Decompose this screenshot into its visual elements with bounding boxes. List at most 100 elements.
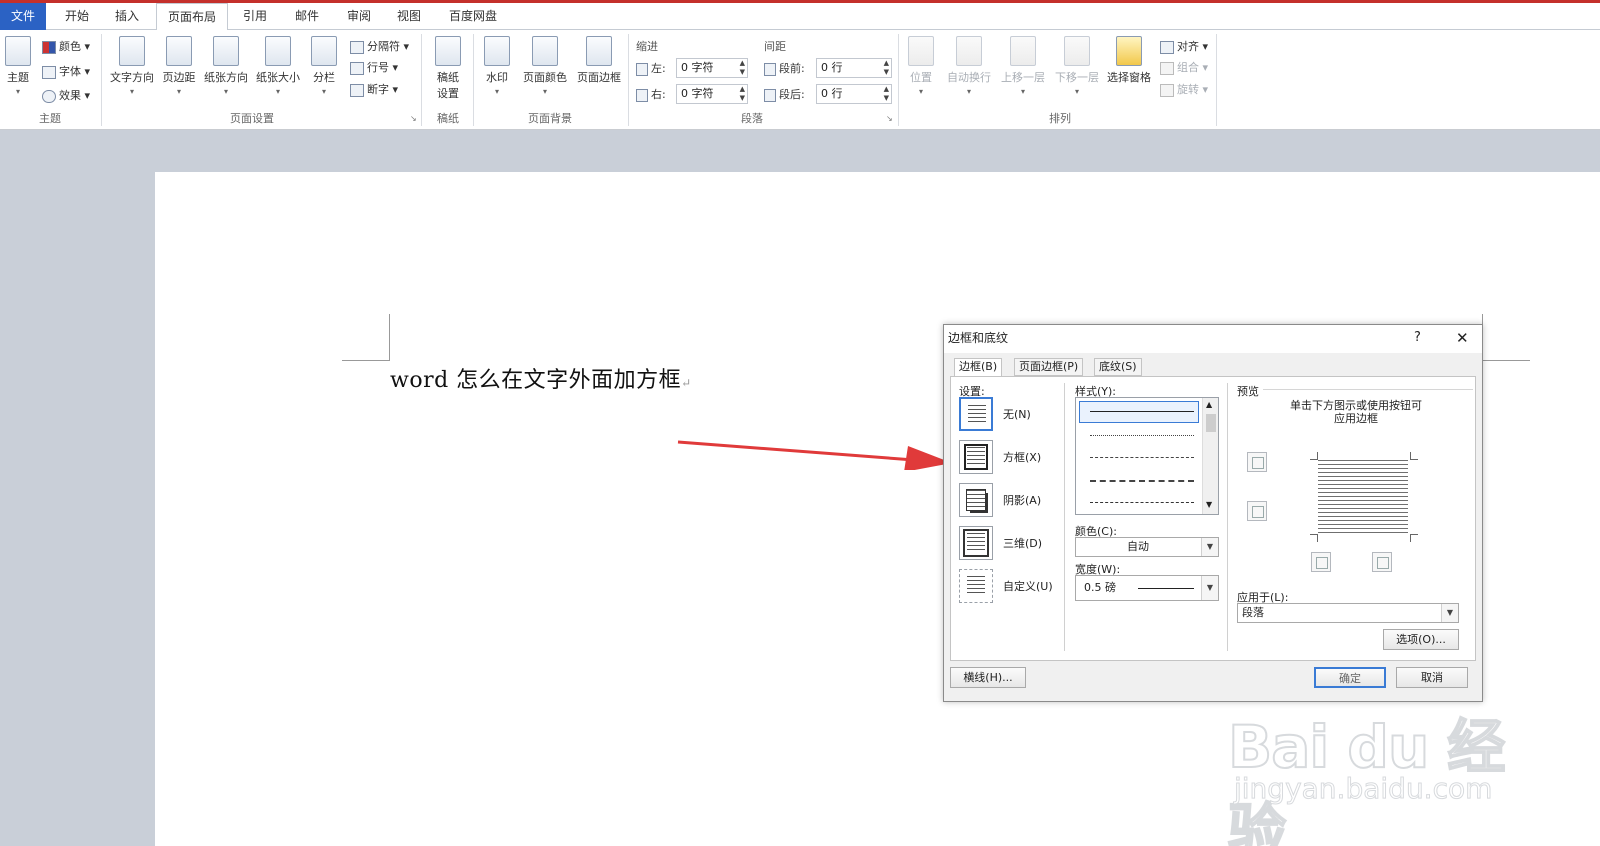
horizontal-line-button[interactable]: 横线(H)... — [950, 667, 1026, 688]
manuscript-icon — [435, 36, 461, 66]
effects-icon — [42, 89, 56, 103]
apply-to-select[interactable]: 段落 ▼ — [1237, 603, 1459, 623]
dialog-title-bar: 边框和底纹 — [944, 325, 1482, 353]
style-dash-dot[interactable] — [1090, 502, 1194, 503]
chevron-down-icon: ▼ — [1201, 538, 1218, 556]
spacing-after-label: 段后: — [764, 86, 805, 102]
tab-page-border[interactable]: 页面边框(P) — [1014, 358, 1084, 376]
bottom-border-button[interactable] — [1247, 501, 1267, 521]
columns-button[interactable]: 分栏 ▾ — [308, 36, 340, 96]
setting-3d-icon[interactable] — [959, 526, 993, 560]
document-text[interactable]: word 怎么在文字外面加方框↵ — [390, 362, 692, 394]
spacing-after-input[interactable]: 0 行 ▲ ▼ — [816, 84, 892, 104]
page-color-button[interactable]: 页面颜色 ▾ — [520, 36, 570, 96]
send-backward-icon — [1064, 36, 1090, 66]
tab-page-layout[interactable]: 页面布局 — [156, 3, 228, 31]
group-button[interactable]: 组合 ▾ — [1160, 59, 1208, 75]
setting-none-icon[interactable] — [959, 397, 993, 431]
spinner-arrows-icon[interactable]: ▲ ▼ — [884, 59, 889, 77]
width-select[interactable]: 0.5 磅 ▼ — [1075, 575, 1219, 601]
bring-forward-button[interactable]: 上移一层 ▾ — [998, 36, 1048, 96]
page-borders-button[interactable]: 页面边框 — [574, 36, 624, 85]
spinner-arrows-icon[interactable]: ▲ ▼ — [740, 85, 745, 103]
style-dotted[interactable] — [1090, 435, 1194, 436]
hyphenation-button[interactable]: 断字 ▾ — [350, 81, 398, 97]
paragraph-mark: ↵ — [681, 376, 692, 390]
ok-button[interactable]: 确定 — [1314, 667, 1386, 688]
scroll-up-icon[interactable]: ▲ — [1206, 400, 1212, 409]
setting-shadow-icon[interactable] — [959, 483, 993, 517]
tab-baidu-netdisk[interactable]: 百度网盘 — [442, 3, 504, 30]
line-numbers-icon — [350, 61, 364, 75]
style-solid[interactable] — [1090, 411, 1194, 412]
crop-mark-right-horizontal — [1482, 360, 1530, 361]
tab-insert[interactable]: 插入 — [104, 3, 150, 30]
scroll-thumb[interactable] — [1206, 414, 1216, 432]
tab-shading[interactable]: 底纹(S) — [1094, 358, 1142, 376]
align-button[interactable]: 对齐 ▾ — [1160, 38, 1208, 54]
margins-icon — [166, 36, 192, 66]
chevron-down-icon: ▾ — [15, 87, 20, 96]
options-button[interactable]: 选项(O)... — [1383, 629, 1459, 650]
preview-paragraph-lines[interactable] — [1318, 460, 1408, 534]
line-numbers-button[interactable]: 行号 ▾ — [350, 59, 398, 75]
cancel-button[interactable]: 取消 — [1396, 667, 1468, 688]
send-backward-button[interactable]: 下移一层 ▾ — [1052, 36, 1102, 96]
color-select[interactable]: 自动 ▼ — [1075, 537, 1219, 557]
theme-button[interactable]: 主题 ▾ — [3, 36, 33, 96]
indent-left-input[interactable]: 0 字符 ▲ ▼ — [676, 58, 748, 78]
right-border-button[interactable] — [1372, 552, 1392, 572]
page-color-icon — [532, 36, 558, 66]
tab-file[interactable]: 文件 — [0, 3, 46, 30]
text-direction-icon — [119, 36, 145, 66]
group-label-manuscript: 稿纸 — [437, 112, 459, 125]
setting-box-label[interactable]: 方框(X) — [1003, 449, 1041, 465]
page-setup-launcher-icon[interactable]: ↘ — [410, 114, 417, 123]
close-icon[interactable]: ✕ — [1456, 325, 1469, 351]
theme-fonts-button[interactable]: 字体 ▾ — [42, 63, 90, 79]
tab-mailings[interactable]: 邮件 — [282, 3, 332, 30]
preview-corner-mark — [1310, 452, 1318, 460]
margins-button[interactable]: 页边距 ▾ — [160, 36, 198, 96]
wrap-text-button[interactable]: 自动换行 ▾ — [944, 36, 994, 96]
setting-3d-label[interactable]: 三维(D) — [1003, 535, 1042, 551]
spacing-after-icon — [764, 88, 776, 102]
style-dashed-small[interactable] — [1090, 457, 1194, 458]
group-divider — [101, 34, 102, 126]
tab-references[interactable]: 引用 — [232, 3, 278, 30]
group-icon — [1160, 61, 1174, 75]
border-style-list[interactable]: ▲ ▼ — [1075, 397, 1219, 515]
theme-effects-button[interactable]: 效果 ▾ — [42, 87, 90, 103]
tab-home[interactable]: 开始 — [54, 3, 100, 30]
watermark-button[interactable]: 水印 ▾ — [480, 36, 514, 96]
left-border-button[interactable] — [1311, 552, 1331, 572]
help-icon[interactable]: ? — [1414, 325, 1421, 351]
theme-colors-button[interactable]: 颜色 ▾ — [42, 38, 90, 54]
position-button[interactable]: 位置 ▾ — [904, 36, 938, 96]
rotate-button[interactable]: 旋转 ▾ — [1160, 81, 1208, 97]
top-border-button[interactable] — [1247, 452, 1267, 472]
scroll-down-icon[interactable]: ▼ — [1206, 500, 1212, 509]
size-button[interactable]: 纸张大小 ▾ — [254, 36, 302, 96]
tab-view[interactable]: 视图 — [386, 3, 432, 30]
selected-style-item[interactable] — [1079, 401, 1199, 423]
breaks-button[interactable]: 分隔符 ▾ — [350, 38, 409, 54]
orientation-button[interactable]: 纸张方向 ▾ — [202, 36, 250, 96]
manuscript-settings-button[interactable]: 稿纸 设置 — [430, 36, 466, 101]
setting-shadow-label[interactable]: 阴影(A) — [1003, 492, 1041, 508]
spinner-arrows-icon[interactable]: ▲ ▼ — [884, 85, 889, 103]
style-list-scrollbar[interactable]: ▲ ▼ — [1202, 398, 1218, 514]
paragraph-launcher-icon[interactable]: ↘ — [886, 114, 893, 123]
text-direction-button[interactable]: 文字方向 ▾ — [108, 36, 156, 96]
selection-pane-button[interactable]: 选择窗格 — [1104, 36, 1154, 85]
indent-right-input[interactable]: 0 字符 ▲ ▼ — [676, 84, 748, 104]
tab-review[interactable]: 审阅 — [336, 3, 382, 30]
setting-box-icon[interactable] — [959, 440, 993, 474]
setting-custom-label[interactable]: 自定义(U) — [1003, 578, 1053, 594]
tab-borders[interactable]: 边框(B) — [954, 358, 1003, 377]
spacing-before-input[interactable]: 0 行 ▲ ▼ — [816, 58, 892, 78]
setting-custom-icon[interactable] — [959, 569, 993, 603]
style-dashed-large[interactable] — [1090, 480, 1194, 482]
spinner-arrows-icon[interactable]: ▲ ▼ — [740, 59, 745, 77]
setting-none-label[interactable]: 无(N) — [1003, 406, 1031, 422]
